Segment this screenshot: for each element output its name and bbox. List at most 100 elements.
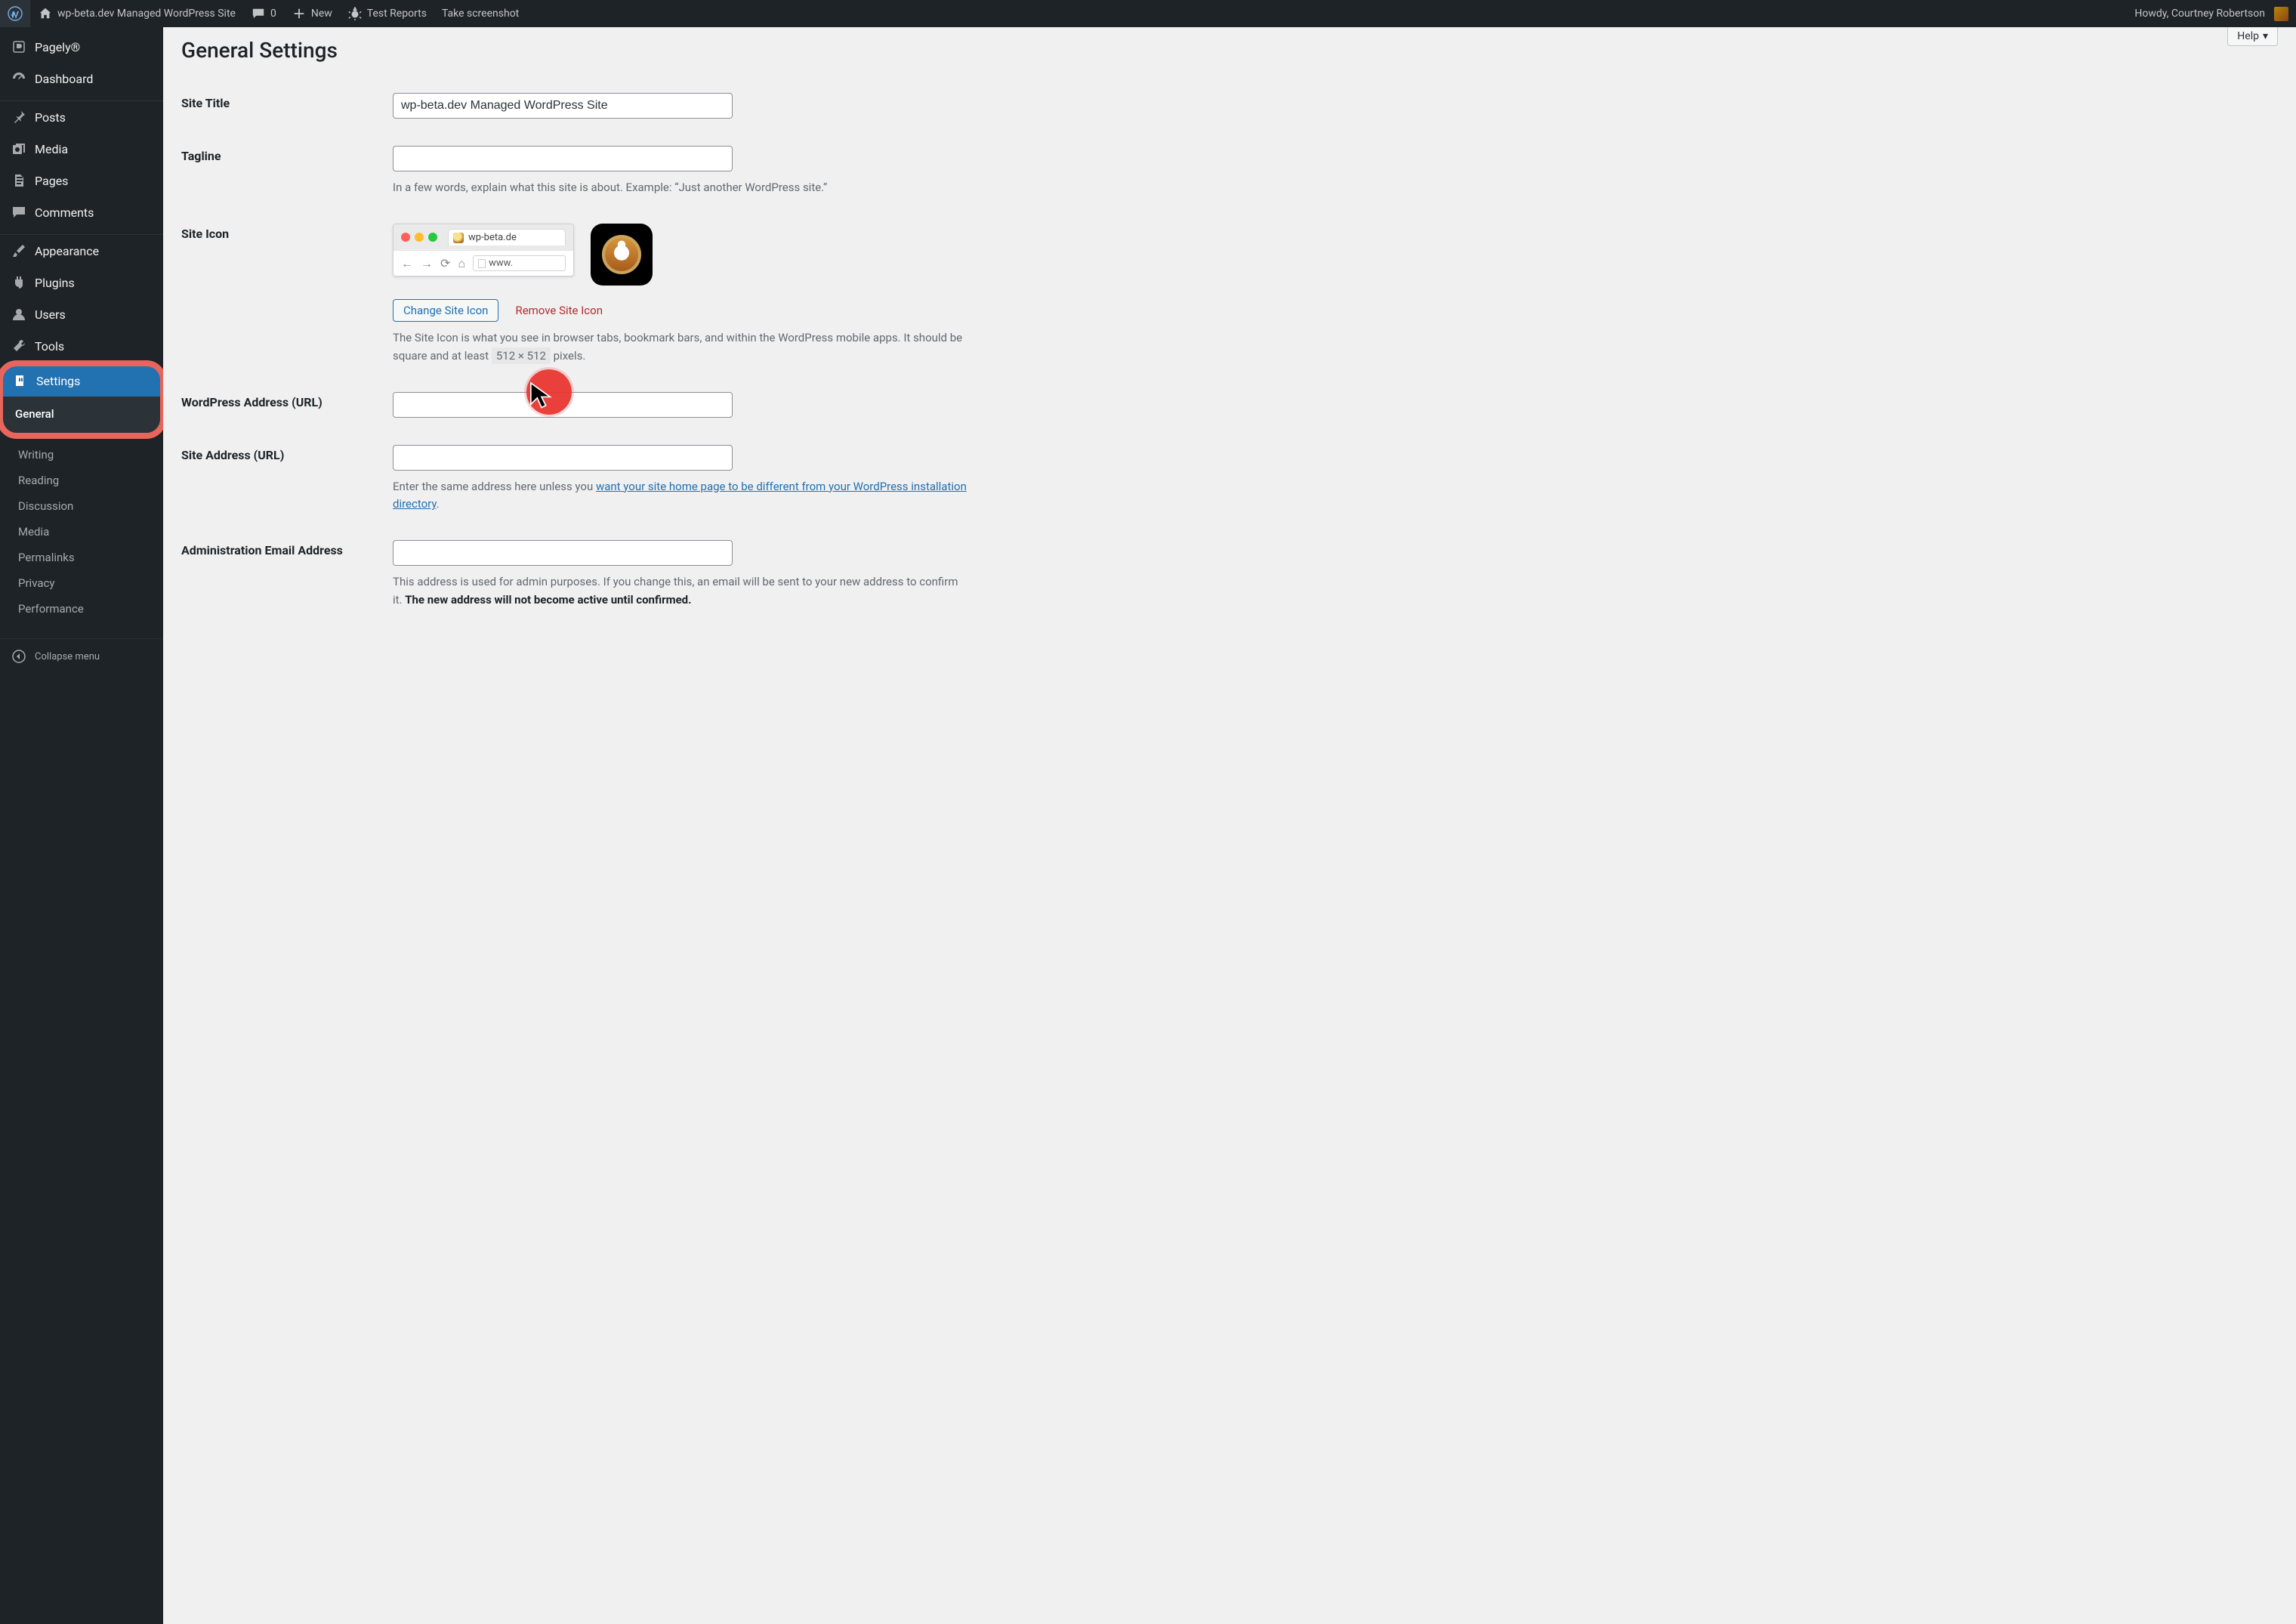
plugin-icon (11, 274, 27, 291)
adminbar-howdy-text: Howdy, Courtney Robertson (2134, 8, 2265, 20)
users-icon (11, 306, 27, 323)
menu-dashboard[interactable]: Dashboard (0, 63, 163, 94)
adminbar-comments[interactable]: 0 (243, 0, 284, 27)
adminbar-wp-logo[interactable] (0, 0, 30, 27)
adminbar-site-name[interactable]: wp-beta.dev Managed WordPress Site (30, 0, 243, 27)
forward-arrow-icon: → (421, 256, 433, 271)
submenu-media[interactable]: Media (0, 519, 163, 545)
adminbar-screenshot-label: Take screenshot (442, 8, 519, 20)
menu-label: Plugins (35, 276, 75, 290)
avatar (2274, 7, 2288, 21)
menu-label: Appearance (35, 244, 99, 258)
bug-icon (347, 6, 363, 21)
browser-tab-text: wp-beta.de (468, 232, 517, 243)
tagline-label: Tagline (181, 132, 393, 210)
adminbar-comments-count: 0 (270, 8, 276, 20)
help-tab[interactable]: Help ▾ (2227, 27, 2278, 46)
traffic-light-green-icon (428, 233, 437, 242)
site-icon-help-text2: pixels. (554, 349, 586, 363)
submenu-general[interactable]: General (2, 401, 162, 427)
menu-label: Tools (35, 339, 64, 354)
menu-plugins[interactable]: Plugins (0, 267, 163, 298)
submenu-label: Media (18, 525, 49, 539)
menu-posts[interactable]: Posts (0, 100, 163, 133)
submenu-writing[interactable]: Writing (0, 442, 163, 468)
menu-comments[interactable]: Comments (0, 196, 163, 228)
remove-site-icon-link[interactable]: Remove Site Icon (515, 304, 603, 317)
submenu-label: General (15, 407, 54, 421)
tools-icon (11, 338, 27, 354)
submenu-performance[interactable]: Performance (0, 596, 163, 622)
site-url-label: Site Address (URL) (181, 431, 393, 527)
menu-label: Pagely® (35, 40, 80, 54)
adminbar-test-reports-label: Test Reports (367, 8, 427, 20)
traffic-light-yellow-icon (415, 233, 424, 242)
admin-email-input[interactable] (393, 540, 733, 566)
home-icon (38, 6, 53, 21)
back-arrow-icon: ← (401, 256, 413, 271)
comment-icon (251, 6, 266, 21)
adminbar-test-reports[interactable]: Test Reports (340, 0, 434, 27)
admin-sidebar: Pagely® Dashboard Posts Media Pages (0, 27, 163, 1624)
tagline-input[interactable] (393, 146, 733, 171)
site-url-help: Enter the same address here unless you w… (393, 478, 967, 514)
menu-label: Posts (35, 110, 66, 125)
plus-icon (292, 6, 307, 21)
menu-media[interactable]: Media (0, 133, 163, 165)
wordpress-logo-icon (8, 6, 23, 21)
settings-highlight-callout: Settings General (2, 365, 162, 434)
adminbar-take-screenshot[interactable]: Take screenshot (434, 0, 526, 27)
home-icon: ⌂ (458, 256, 465, 271)
menu-pages[interactable]: Pages (0, 165, 163, 196)
brush-icon (11, 242, 27, 259)
menu-users[interactable]: Users (0, 298, 163, 330)
submenu-label: Writing (18, 448, 54, 462)
caret-down-icon: ▾ (2263, 30, 2268, 42)
adminbar-new[interactable]: New (284, 0, 340, 27)
site-url-input[interactable] (393, 445, 733, 471)
favicon-preview-icon (453, 233, 464, 243)
site-icon-label: Site Icon (181, 210, 393, 378)
submenu-label: Permalinks (18, 551, 75, 564)
change-site-icon-button[interactable]: Change Site Icon (393, 299, 498, 322)
help-tab-label: Help (2237, 30, 2259, 42)
menu-tools[interactable]: Tools (0, 330, 163, 362)
submenu-label: Performance (18, 602, 84, 616)
browser-tab: wp-beta.de (448, 229, 566, 245)
site-title-input[interactable] (393, 93, 733, 119)
admin-email-help-strong: The new address will not become active u… (405, 593, 691, 607)
menu-pagely[interactable]: Pagely® (0, 31, 163, 63)
submenu-permalinks[interactable]: Permalinks (0, 545, 163, 570)
tagline-help: In a few words, explain what this site i… (393, 179, 967, 196)
menu-appearance[interactable]: Appearance (0, 234, 163, 267)
cursor-icon (529, 381, 554, 411)
site-url-help-dot: . (437, 497, 440, 511)
collapse-menu-button[interactable]: Collapse menu (0, 638, 163, 674)
adminbar-account[interactable]: Howdy, Courtney Robertson (2127, 0, 2296, 27)
menu-label: Media (35, 142, 68, 156)
comments-icon (11, 204, 27, 221)
browser-url-bar: www. (473, 255, 566, 271)
admin-email-label: Administration Email Address (181, 526, 393, 622)
settings-page: Help ▾ General Settings Site Title Tagli… (163, 0, 2296, 641)
menu-label: Dashboard (35, 72, 93, 86)
site-url-help-text: Enter the same address here unless you (393, 480, 596, 493)
submenu-privacy[interactable]: Privacy (0, 570, 163, 596)
browser-mock: wp-beta.de ← → ⟳ ⌂ www. (393, 224, 574, 276)
settings-icon (12, 372, 29, 389)
pin-icon (11, 109, 27, 125)
submenu-reading[interactable]: Reading (0, 468, 163, 493)
browser-url-text: www. (489, 258, 513, 269)
submenu-label: Privacy (18, 576, 54, 590)
menu-label: Comments (35, 205, 94, 220)
site-icon-help-text1: The Site Icon is what you see in browser… (393, 331, 962, 362)
collapse-label: Collapse menu (35, 651, 100, 662)
collapse-icon (11, 648, 27, 665)
site-icon-help: The Site Icon is what you see in browser… (393, 329, 967, 365)
menu-label: Settings (36, 374, 80, 388)
wp-url-label: WordPress Address (URL) (181, 378, 393, 431)
submenu-discussion[interactable]: Discussion (0, 493, 163, 519)
adminbar-new-label: New (311, 8, 332, 20)
adminbar-site-name-text: wp-beta.dev Managed WordPress Site (57, 8, 236, 20)
menu-settings[interactable]: Settings (2, 365, 162, 397)
